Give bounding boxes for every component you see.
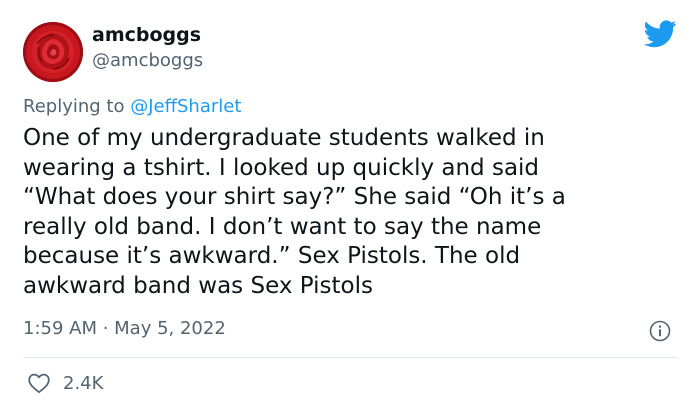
replying-prefix: Replying to [23, 96, 131, 117]
replying-to: Replying to @JeffSharlet [23, 96, 241, 117]
red-rose-avatar-icon [23, 22, 83, 82]
tweet-line: awkward band was Sex Pistols [23, 272, 373, 299]
tweet-line: One of my undergraduate students walked … [23, 125, 545, 151]
like-button[interactable]: 2.4K [27, 371, 103, 395]
display-name[interactable]: amcboggs [92, 24, 201, 46]
divider [23, 357, 677, 358]
tweet-text: One of my undergraduate students walked … [23, 124, 673, 301]
reply-mention-link[interactable]: @JeffSharlet [130, 96, 241, 117]
tweet-line: wearing a tshirt. I looked up quickly an… [23, 154, 540, 181]
avatar[interactable] [23, 22, 83, 82]
heart-icon[interactable] [27, 372, 51, 394]
tweet-timestamp[interactable]: 1:59 AM · May 5, 2022 [23, 318, 226, 339]
tweet-line: really old band. I don’t want to say the… [23, 213, 542, 240]
tweet-card: amcboggs @amcboggs Replying to @JeffShar… [0, 0, 700, 410]
twitter-bird-icon[interactable] [644, 20, 677, 48]
tweet-line: “What does your shirt say?” She said “Oh… [23, 184, 566, 210]
tweet-line: because it’s awkward.” Sex Pistols. The … [23, 243, 521, 269]
info-icon[interactable] [649, 320, 671, 342]
user-handle[interactable]: @amcboggs [92, 50, 203, 71]
like-count: 2.4K [63, 372, 104, 394]
